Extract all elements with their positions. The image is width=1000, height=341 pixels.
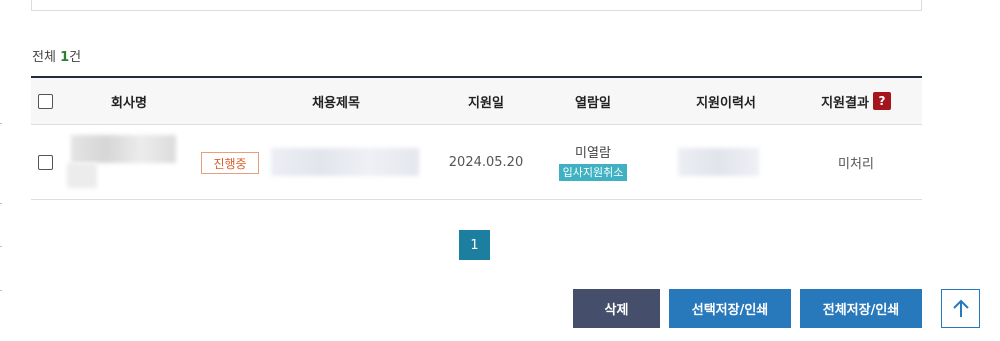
status-badge: 진행중 <box>201 152 259 174</box>
table-row: 진행중 2024.05.20 미열람 입사지원취소 미처리 <box>31 125 922 200</box>
edge-mark <box>0 203 2 204</box>
count-number: 1 <box>60 50 70 65</box>
header-resume: 지원이력서 <box>696 95 756 111</box>
table-header: 회사명 채용제목 지원일 열람일 지원이력서 지원결과 ? <box>31 76 922 125</box>
company-name-redacted[interactable] <box>71 135 176 163</box>
header-apply-date: 지원일 <box>468 95 504 111</box>
company-name-redacted-2 <box>67 163 97 188</box>
application-table: 회사명 채용제목 지원일 열람일 지원이력서 지원결과 ? 진행중 2024.0… <box>31 76 922 200</box>
scroll-top-button[interactable] <box>941 289 980 328</box>
cancel-application-button[interactable]: 입사지원취소 <box>558 163 628 181</box>
select-all-checkbox[interactable] <box>38 93 53 109</box>
row-checkbox[interactable] <box>38 154 53 170</box>
header-view-date: 열람일 <box>575 95 611 111</box>
arrow-up-icon <box>952 299 969 317</box>
apply-date: 2024.05.20 <box>448 154 524 170</box>
result-count: 전체 1건 <box>32 46 81 65</box>
header-company: 회사명 <box>111 95 147 111</box>
save-selected-button[interactable]: 선택저장/인쇄 <box>669 289 791 328</box>
header-result-label: 지원결과 <box>821 95 869 111</box>
count-suffix: 건 <box>69 50 82 65</box>
edge-mark <box>0 290 2 291</box>
edge-mark <box>0 123 2 124</box>
edge-mark <box>0 246 2 247</box>
header-title: 채용제목 <box>312 95 360 111</box>
save-all-button[interactable]: 전체저장/인쇄 <box>800 289 922 328</box>
view-status-cell: 미열람 입사지원취소 <box>543 125 643 199</box>
header-checkbox-cell <box>31 78 60 124</box>
job-title-redacted[interactable] <box>271 148 419 176</box>
resume-link-redacted[interactable] <box>678 148 759 176</box>
previous-panel-box <box>31 0 922 11</box>
header-result: 지원결과 ? <box>801 78 911 124</box>
row-checkbox-cell <box>31 125 60 199</box>
view-status: 미열람 <box>575 145 611 161</box>
page-1-button[interactable]: 1 <box>459 230 490 260</box>
result-value: 미처리 <box>838 156 874 172</box>
question-icon[interactable]: ? <box>872 92 891 110</box>
count-prefix: 전체 <box>32 50 61 65</box>
delete-button[interactable]: 삭제 <box>573 289 660 328</box>
